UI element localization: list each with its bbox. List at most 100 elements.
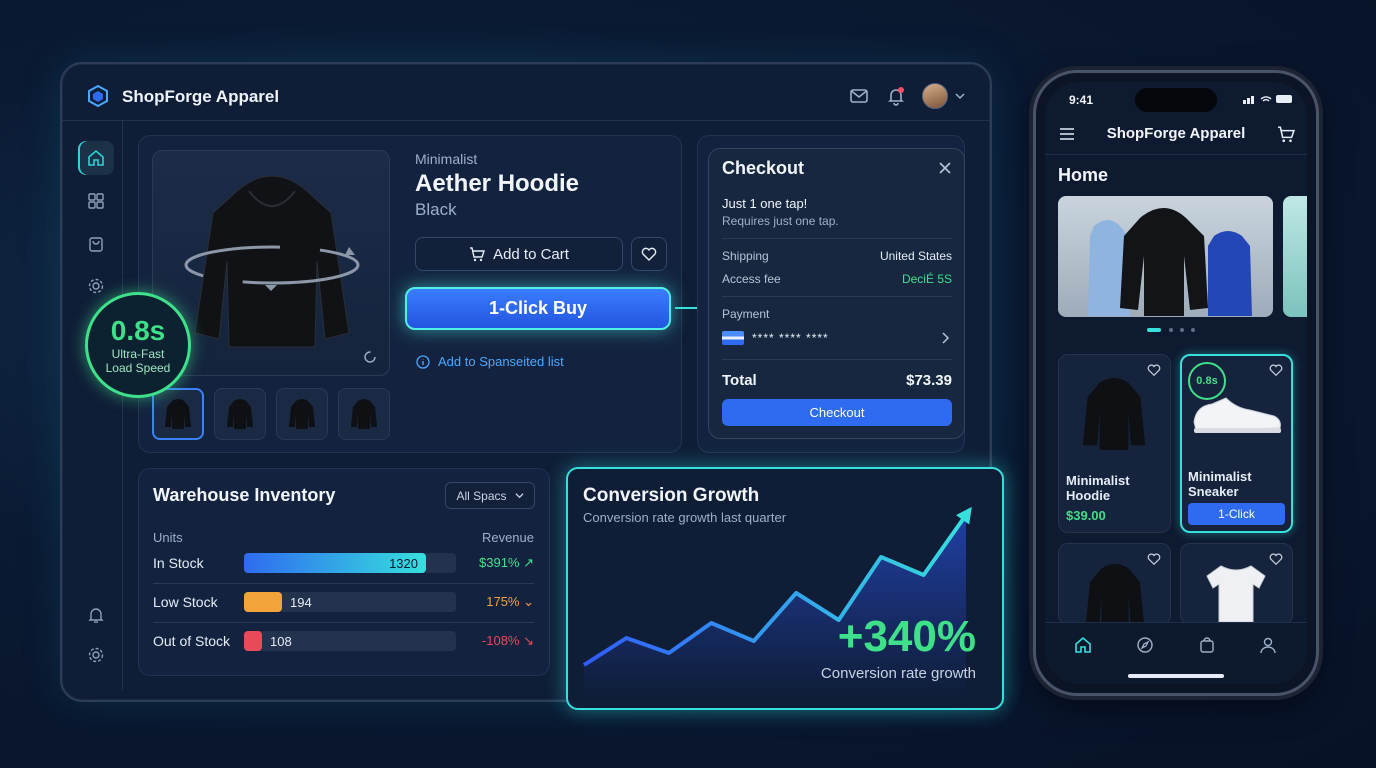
payment-label: Payment: [722, 307, 770, 321]
rotate-view-icon[interactable]: [363, 350, 377, 364]
phone-product-price: $39.00: [1066, 508, 1106, 523]
grid-icon: [88, 193, 104, 209]
sneaker-image: [1190, 392, 1284, 438]
status-icons: [1243, 93, 1295, 105]
inventory-row-label: Low Stock: [153, 594, 218, 610]
home-indicator: [1128, 674, 1224, 678]
total-value: $73.39: [906, 372, 952, 389]
product-color: Black: [415, 200, 457, 219]
tab-bag-icon[interactable]: [1198, 636, 1216, 654]
carousel-dot[interactable]: [1169, 328, 1173, 332]
notification-bell-icon[interactable]: [886, 86, 906, 106]
one-click-buy-button[interactable]: 1-Click Buy: [405, 287, 671, 330]
divider: [722, 296, 952, 297]
cart-icon: [470, 247, 486, 262]
units-header: Units: [153, 530, 183, 545]
chevron-down-icon[interactable]: [955, 91, 965, 101]
inventory-units-value: 1320: [389, 556, 418, 571]
phone-header-divider: [1045, 154, 1307, 155]
product-thumbnail[interactable]: [276, 388, 328, 440]
status-time: 9:41: [1069, 93, 1094, 107]
bell-icon: [88, 608, 104, 623]
heart-icon: [641, 247, 657, 261]
tab-explore-icon[interactable]: [1136, 636, 1154, 654]
brand-logo-icon: [86, 84, 110, 108]
growth-value: +340%: [837, 612, 976, 661]
inventory-units-value: 194: [290, 595, 312, 610]
cart-icon[interactable]: [1277, 125, 1295, 143]
checkout-button[interactable]: Checkout: [722, 399, 952, 426]
heart-icon[interactable]: [1146, 552, 1162, 566]
speed-value: 0.8s: [110, 315, 166, 346]
topbar-divider: [62, 120, 990, 121]
gear-icon: [88, 278, 104, 294]
hero-banner[interactable]: [1058, 196, 1273, 317]
shipping-label: Shipping: [722, 249, 769, 263]
chevron-right-icon[interactable]: [940, 332, 950, 344]
carousel-dot-active[interactable]: [1147, 328, 1161, 332]
brand-title: ShopForge Apparel: [122, 87, 280, 106]
hoodie-image: [1078, 368, 1150, 460]
tab-home-icon[interactable]: [1074, 636, 1092, 654]
sidebar-item-grid[interactable]: [78, 184, 114, 218]
close-icon[interactable]: [938, 161, 952, 175]
chevron-down-icon: [514, 493, 524, 499]
growth-value-label: Conversion rate growth: [820, 665, 976, 682]
access-fee-label: Access fee: [722, 272, 781, 286]
inventory-filter-value: All Spacs: [456, 488, 507, 503]
heart-icon[interactable]: [1268, 363, 1284, 377]
add-to-cart-button[interactable]: Add to Cart: [415, 237, 623, 271]
phone-title: ShopForge Apparel: [1106, 125, 1246, 142]
revenue-header: Revenue: [481, 530, 534, 545]
divider: [153, 583, 534, 584]
phone-product-name-line2: Hoodie: [1066, 488, 1111, 503]
checkout-card: [708, 148, 965, 439]
checkout-title: Checkout: [722, 158, 805, 178]
phone-product-name-line1: Minimalist: [1066, 473, 1130, 488]
phone-one-click-button[interactable]: 1-Click: [1188, 503, 1285, 525]
phone-product-name-line1: Minimalist: [1188, 469, 1252, 484]
home-icon: [88, 149, 104, 166]
product-thumbnail[interactable]: [152, 388, 204, 440]
divider: [153, 622, 534, 623]
inventory-row-label: Out of Stock: [153, 633, 231, 649]
avatar[interactable]: [922, 83, 948, 109]
bag-icon: [89, 237, 103, 252]
mail-icon[interactable]: [849, 86, 869, 106]
product-thumbnail[interactable]: [214, 388, 266, 440]
product-category: Minimalist: [415, 151, 478, 167]
info-icon: [416, 354, 430, 369]
speed-badge: 0.8s Ultra-Fast Load Speed: [85, 292, 191, 398]
checkout-headline: Just 1 one tap!: [722, 196, 808, 211]
sidebar-item-settings[interactable]: [78, 269, 114, 303]
inventory-bar-fill: [244, 592, 282, 612]
credit-card-icon: [722, 331, 744, 345]
total-label: Total: [722, 372, 757, 389]
shipping-value: United States: [879, 249, 952, 263]
carousel-dot[interactable]: [1191, 328, 1195, 332]
add-to-cart-label: Add to Cart: [493, 245, 569, 263]
product-thumbnail[interactable]: [338, 388, 390, 440]
speed-label-line2: Load Speed: [105, 361, 171, 375]
divider: [722, 359, 952, 360]
hero-banner-next[interactable]: [1283, 196, 1307, 317]
inventory-row-label: In Stock: [153, 555, 204, 571]
add-to-list-link[interactable]: Add to Spanseited list: [416, 354, 564, 369]
phone-product-name-line2: Sneaker: [1188, 484, 1239, 499]
sidebar-item-preferences[interactable]: [78, 638, 114, 672]
wishlist-button[interactable]: [631, 237, 667, 271]
inventory-title: Warehouse Inventory: [153, 485, 336, 505]
sidebar-item-notifications[interactable]: [78, 598, 114, 632]
hamburger-menu-icon[interactable]: [1059, 127, 1075, 141]
sidebar-item-bag[interactable]: [78, 227, 114, 261]
access-fee-value: DeciÉ 5S: [901, 272, 952, 286]
settings-icon: [88, 647, 104, 663]
inventory-filter-select[interactable]: All Spacs: [445, 482, 535, 509]
sidebar-item-home[interactable]: [78, 141, 114, 175]
divider: [722, 238, 952, 239]
inventory-revenue-value: $391% ↗: [479, 555, 534, 570]
add-to-list-label: Add to Spanseited list: [438, 354, 564, 369]
tab-profile-icon[interactable]: [1259, 636, 1277, 654]
carousel-dot[interactable]: [1180, 328, 1184, 332]
heart-icon[interactable]: [1268, 552, 1284, 566]
